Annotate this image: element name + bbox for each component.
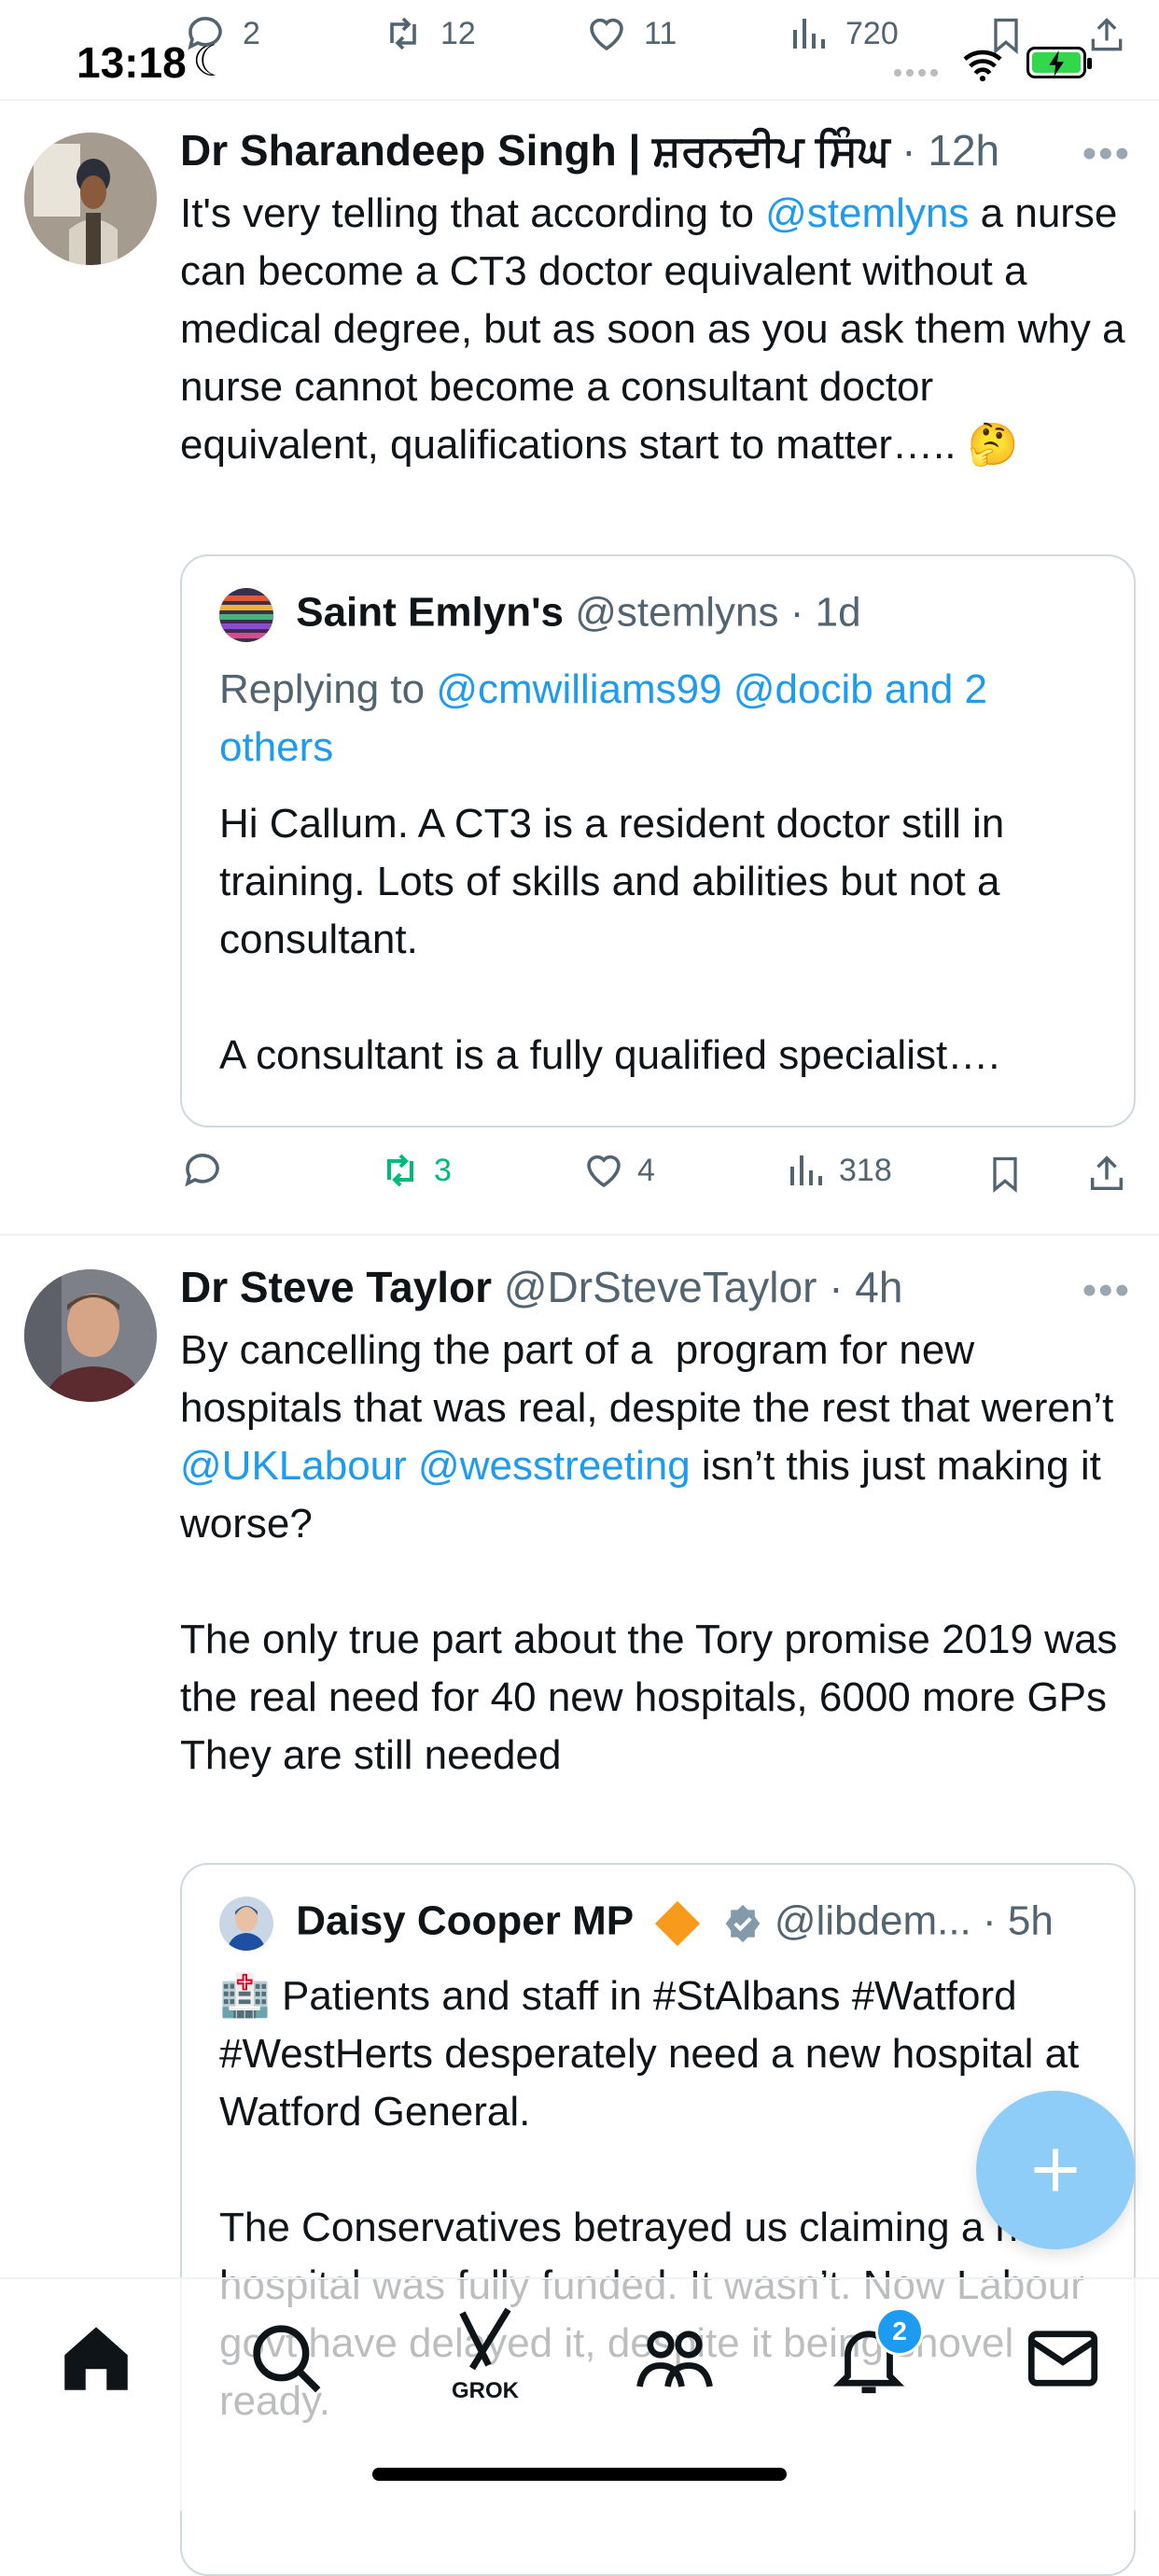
mention-link[interactable]: @wesstreeting [418, 1443, 691, 1489]
tweet-body: It's very telling that according to @ste… [180, 185, 1127, 474]
repost-button[interactable]: 3 [378, 1148, 452, 1193]
more-options-icon[interactable]: ••• [1082, 131, 1131, 177]
top-bar: 13:18 ☾ 2 12 11 720 [0, 0, 1159, 101]
views-button[interactable]: 318 [783, 1148, 892, 1193]
signal-dots-icon [894, 69, 938, 77]
author-name[interactable]: Dr Sharandeep Singh | ਸ਼ਰਨਦੀਪ ਸਿੰਘ [180, 126, 890, 175]
mention-link[interactable]: @UKLabour [180, 1443, 407, 1489]
grok-tab[interactable]: GROK [439, 2300, 532, 2412]
tweet-time: · 12h [901, 126, 1000, 175]
quote-avatar [219, 588, 273, 642]
like-button[interactable]: 4 [581, 1148, 655, 1193]
replying-to: Replying to @cmwilliams99 @docib and 2 o… [219, 661, 1106, 777]
tweet-text: isn’t this just making it worse? The onl… [180, 1443, 1118, 1778]
share-icon[interactable] [1085, 1152, 1128, 1197]
repost-count: 3 [434, 1152, 452, 1188]
replying-prefix: Replying to [219, 666, 437, 712]
bookmark-icon[interactable] [984, 1152, 1026, 1197]
quote-handle-time: @libdem... · 5h [774, 1897, 1054, 1944]
wifi-icon [963, 49, 1002, 82]
grok-icon [459, 2307, 511, 2371]
top-repost-count: 12 [440, 15, 476, 51]
verified-badge-icon [725, 1904, 760, 1943]
tweet-author-line: Dr Steve Taylor @DrSteveTaylor · 4h [180, 1262, 902, 1312]
quote-author-line: Daisy Cooper MP @libdem... · 5h [219, 1897, 1054, 1951]
tweet[interactable]: Dr Sharandeep Singh | ਸ਼ਰਨਦੀਪ ਸਿੰਘ · 12h… [0, 99, 1159, 1238]
battery-icon [1026, 47, 1092, 78]
quoted-tweet[interactable]: Saint Emlyn's @stemlyns · 1d Replying to… [180, 554, 1136, 1127]
compose-button[interactable] [976, 2091, 1135, 2249]
heart-icon [587, 1155, 621, 1188]
tweet-handle-time: @DrSteveTaylor · 4h [503, 1263, 903, 1311]
quote-author-name[interactable]: Daisy Cooper MP [296, 1898, 634, 1944]
tweet-body: By cancelling the part of a program for … [180, 1322, 1127, 1785]
share-icon[interactable] [1086, 13, 1127, 58]
quote-handle-time: @stemlyns · 1d [575, 589, 861, 636]
top-repost-action[interactable]: 12 [381, 11, 476, 56]
tweet-actions: 3 4 318 [180, 1148, 1132, 1204]
like-count: 4 [637, 1152, 655, 1188]
search-icon[interactable] [244, 2317, 328, 2401]
quote-text: Hi Callum. A CT3 is a resident doctor st… [219, 801, 1005, 1078]
mention-link[interactable]: @stemlyns [765, 190, 969, 236]
avatar[interactable] [24, 133, 157, 265]
tweet-text: It's very telling that according to [180, 190, 766, 236]
messages-icon[interactable] [1021, 2317, 1105, 2401]
top-like-count: 11 [644, 15, 677, 51]
notifications-badge: 2 [875, 2307, 924, 2356]
top-reply-count: 2 [243, 15, 260, 51]
top-like-action[interactable]: 11 [584, 11, 677, 56]
reply-icon [185, 1154, 219, 1187]
diamond-emoji-icon [655, 1900, 701, 1947]
home-indicator [372, 2468, 787, 2481]
quote-author-name[interactable]: Saint Emlyn's [296, 590, 564, 636]
tweet-author-line: Dr Sharandeep Singh | ਸ਼ਰਨਦੀਪ ਸਿੰਘ · 12h [180, 125, 999, 177]
status-time: 13:18 [77, 38, 187, 87]
reply-icon [188, 17, 222, 50]
views-icon [790, 1155, 822, 1185]
quote-avatar [219, 1897, 273, 1951]
top-views-action[interactable]: 720 [786, 11, 899, 56]
quote-author-line: Saint Emlyn's @stemlyns · 1d [219, 588, 861, 642]
home-icon[interactable] [54, 2317, 138, 2401]
plus-icon [1034, 2149, 1077, 2191]
mention-separator [407, 1443, 418, 1489]
repost-icon [387, 1154, 413, 1187]
heart-icon [590, 18, 623, 51]
views-count: 318 [839, 1152, 892, 1188]
notifications-tab[interactable]: 2 [827, 2307, 924, 2401]
more-options-icon[interactable]: ••• [1082, 1267, 1131, 1314]
author-name[interactable]: Dr Steve Taylor [180, 1263, 492, 1311]
views-icon [793, 19, 825, 49]
top-reply-action[interactable]: 2 [183, 11, 260, 56]
tweet-text: By cancelling the part of a program for … [180, 1327, 1125, 1431]
reply-button[interactable] [180, 1148, 236, 1193]
repost-icon [390, 17, 416, 50]
communities-icon[interactable] [633, 2317, 717, 2401]
top-views-count: 720 [845, 15, 899, 51]
grok-label: GROK [452, 2378, 519, 2403]
avatar[interactable] [24, 1269, 157, 1402]
